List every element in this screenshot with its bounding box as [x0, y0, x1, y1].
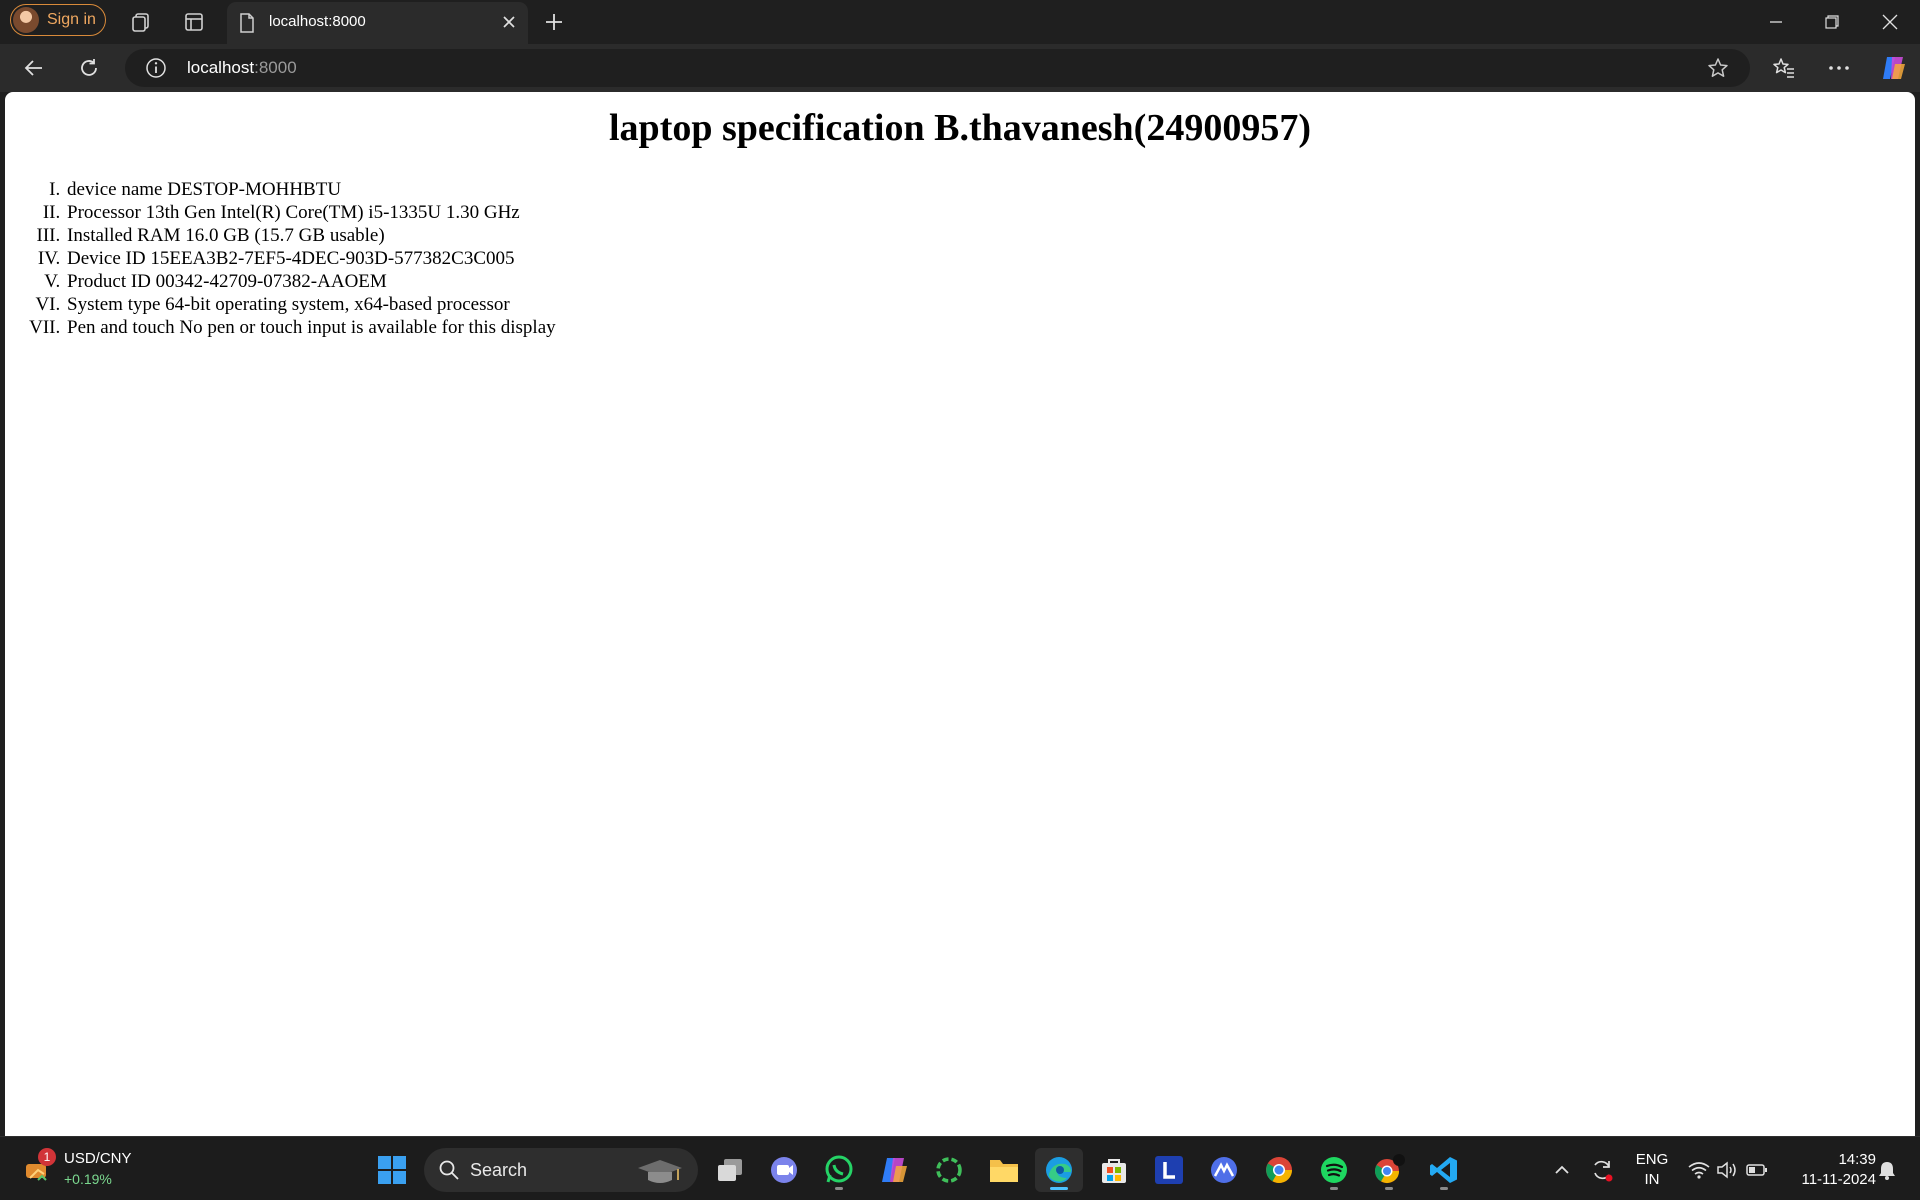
vertical-tabs-icon[interactable]: [180, 8, 208, 36]
close-window-icon[interactable]: [1862, 6, 1918, 38]
address-bar[interactable]: localhost:8000: [125, 49, 1750, 87]
task-view-icon[interactable]: [706, 1148, 754, 1192]
clock-date: 11-11-2024: [1801, 1171, 1876, 1188]
battery-icon[interactable]: [1742, 1148, 1772, 1192]
spec-item: Processor 13th Gen Intel(R) Core(TM) i5-…: [65, 201, 556, 224]
clock-time: 14:39: [1838, 1151, 1876, 1168]
sync-app-icon[interactable]: [925, 1148, 973, 1192]
volume-icon[interactable]: [1712, 1148, 1742, 1192]
system-clock[interactable]: 14:39 11-11-2024: [1780, 1150, 1876, 1190]
l-app-icon[interactable]: [1145, 1148, 1193, 1192]
currency-widget[interactable]: 1 USD/CNY +0.19%: [20, 1144, 150, 1190]
region-code: IN: [1644, 1171, 1660, 1188]
active-indicator: [1050, 1187, 1068, 1190]
spec-item: Installed RAM 16.0 GB (15.7 GB usable): [65, 224, 556, 247]
spec-item: device name DESTOP-MOHHBTU: [65, 178, 556, 201]
favorites-icon[interactable]: [1766, 50, 1802, 86]
spec-item: System type 64-bit operating system, x64…: [65, 293, 556, 316]
running-indicator: [1440, 1187, 1448, 1190]
spotify-icon[interactable]: [1310, 1148, 1358, 1192]
chrome-profile-icon[interactable]: [1365, 1148, 1413, 1192]
chrome-icon[interactable]: [1255, 1148, 1303, 1192]
currency-pair: USD/CNY: [64, 1150, 132, 1167]
graduation-cap-icon: [634, 1154, 684, 1191]
mountain-app-icon[interactable]: [1200, 1148, 1248, 1192]
new-tab-icon[interactable]: [540, 8, 568, 36]
edge-browser-icon[interactable]: [1035, 1148, 1083, 1192]
start-button[interactable]: [368, 1148, 416, 1192]
teams-chat-icon[interactable]: [760, 1148, 808, 1192]
copilot-app-icon[interactable]: [870, 1148, 918, 1192]
spec-list: device name DESTOP-MOHHBTU Processor 13t…: [65, 178, 556, 339]
spec-item: Device ID 15EEA3B2-7EF5-4DEC-903D-577382…: [65, 247, 556, 270]
search-icon: [438, 1159, 460, 1186]
taskbar-search[interactable]: Search: [424, 1148, 698, 1192]
wifi-icon[interactable]: [1684, 1148, 1714, 1192]
tab-localhost[interactable]: localhost:8000: [227, 2, 528, 44]
file-explorer-icon[interactable]: [980, 1148, 1028, 1192]
page-title: laptop specification B.thavanesh(2490095…: [609, 107, 1311, 149]
minimize-icon[interactable]: [1748, 6, 1804, 38]
favorite-star-icon[interactable]: [1707, 57, 1729, 84]
notification-badge: 1: [38, 1148, 56, 1166]
refresh-icon[interactable]: [71, 50, 107, 86]
store-icon[interactable]: [1090, 1148, 1138, 1192]
url-text[interactable]: localhost:8000: [187, 58, 297, 78]
page-viewport: laptop specification B.thavanesh(2490095…: [5, 92, 1915, 1136]
more-options-icon[interactable]: [1821, 50, 1857, 86]
running-indicator: [1330, 1187, 1338, 1190]
url-port: :8000: [254, 58, 297, 77]
vscode-icon[interactable]: [1420, 1148, 1468, 1192]
input-language[interactable]: ENG IN: [1632, 1150, 1672, 1190]
notification-bell-icon[interactable]: [1872, 1148, 1902, 1192]
avatar: [13, 7, 39, 33]
whatsapp-icon[interactable]: [815, 1148, 863, 1192]
page-icon: [239, 13, 255, 38]
back-icon[interactable]: [16, 50, 52, 86]
workspaces-icon[interactable]: [127, 8, 155, 36]
spec-item: Product ID 00342-42709-07382-AAOEM: [65, 270, 556, 293]
running-indicator: [835, 1187, 843, 1190]
currency-change: +0.19%: [64, 1171, 112, 1187]
copilot-icon[interactable]: [1875, 50, 1911, 86]
restore-icon[interactable]: [1804, 6, 1860, 38]
sign-in-label: Sign in: [47, 11, 96, 28]
sync-status-icon[interactable]: [1578, 1148, 1626, 1192]
language-code: ENG: [1635, 1151, 1669, 1168]
url-host: localhost: [187, 58, 255, 77]
search-label: Search: [470, 1160, 528, 1180]
sign-in-button[interactable]: Sign in: [10, 4, 106, 36]
site-info-icon[interactable]: [145, 57, 167, 84]
spec-item: Pen and touch No pen or touch input is a…: [65, 316, 556, 339]
tab-close-icon[interactable]: [498, 11, 520, 38]
tab-title: localhost:8000: [269, 13, 366, 30]
running-indicator: [1385, 1187, 1393, 1190]
